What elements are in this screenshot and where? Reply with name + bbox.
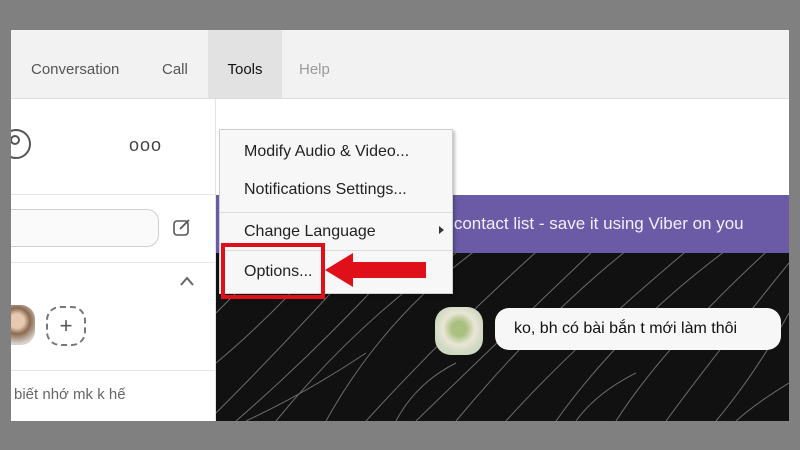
menu-item-modify-audio-video[interactable]: Modify Audio & Video... [220, 134, 452, 170]
chat-preview-text[interactable]: biết nhớ mk k hế [14, 386, 126, 403]
divider [11, 262, 215, 263]
sender-avatar[interactable] [435, 307, 483, 355]
banner-text: ur contact list - save it using Viber on… [434, 214, 744, 233]
menu-tools[interactable]: Tools [208, 30, 282, 98]
menu-conversation[interactable]: Conversation [19, 30, 131, 98]
menu-divider [220, 212, 452, 213]
compose-icon[interactable] [172, 217, 192, 237]
divider [11, 370, 215, 371]
menu-bar: Conversation Call Tools Help [11, 30, 789, 99]
red-arrow-icon [325, 253, 426, 287]
menu-help[interactable]: Help [287, 30, 342, 98]
chevron-up-icon[interactable] [179, 275, 195, 287]
menu-item-notifications-settings[interactable]: Notifications Settings... [220, 172, 452, 208]
divider [11, 194, 215, 195]
highlight-box [221, 243, 325, 299]
add-icon: + [59, 313, 73, 338]
menu-item-label: Change Language [244, 223, 376, 240]
more-options-button[interactable]: ooo [129, 135, 162, 156]
menu-call[interactable]: Call [150, 30, 200, 98]
app-window: Conversation Call Tools Help ooo + biết … [11, 30, 789, 421]
message-bubble[interactable]: ko, bh có bài bắn t mới làm thôi [495, 308, 781, 350]
search-input[interactable] [11, 209, 159, 247]
contact-icon[interactable] [11, 129, 31, 159]
sidebar: ooo + biết nhớ mk k hế [11, 99, 216, 421]
story-avatar[interactable] [11, 305, 35, 345]
add-story-button[interactable]: + [46, 306, 86, 346]
submenu-arrow-icon [439, 226, 444, 234]
